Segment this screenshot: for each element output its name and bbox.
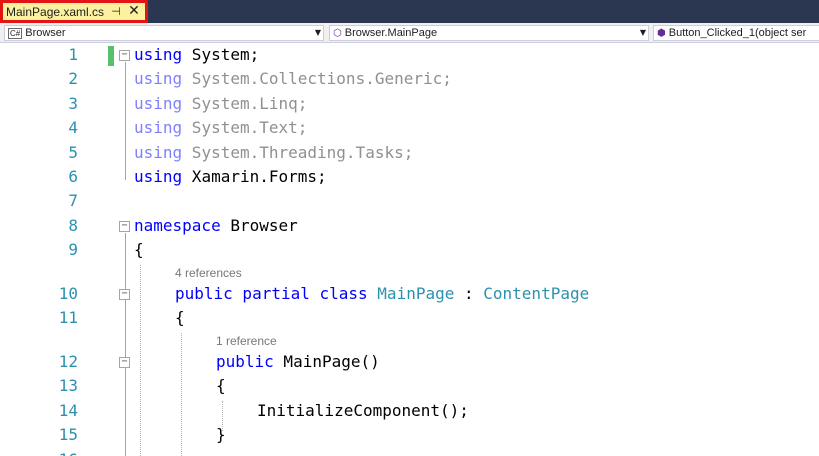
line-number: 8: [68, 215, 78, 235]
code-text: {: [134, 240, 144, 260]
code-editor[interactable]: 1 − using System; 2 using System.Collect…: [0, 43, 819, 456]
code-line: 8 − namespace Browser: [0, 214, 819, 238]
method-icon: ⬢: [657, 27, 666, 39]
collapse-icon[interactable]: −: [119, 289, 130, 300]
code-line: 10 − public partial class MainPage : Con…: [0, 282, 819, 306]
code-line: 14 InitializeComponent();: [0, 399, 819, 423]
code-line: 11 {: [0, 306, 819, 330]
keyword: using: [134, 118, 183, 138]
code-text: InitializeComponent();: [257, 400, 469, 420]
line-number: 2: [68, 69, 78, 89]
code-token: Xamarin.Forms;: [182, 167, 327, 186]
code-text: public partial class MainPage : ContentP…: [175, 282, 589, 306]
code-line: 5 using System.Threading.Tasks;: [0, 141, 819, 165]
member-dropdown-label: Button_Clicked_1(object ser: [668, 27, 807, 39]
csharp-project-icon: C#: [8, 27, 23, 39]
line-number: 4: [68, 118, 78, 138]
keyword: using: [134, 93, 183, 113]
project-dropdown-label: Browser: [25, 27, 66, 39]
line-number: 12: [58, 352, 78, 371]
line-number: 1: [68, 45, 78, 64]
chevron-down-icon: ▼: [314, 28, 321, 37]
code-line: 1 − using System;: [0, 43, 819, 67]
code-token: MainPage(): [273, 352, 380, 371]
member-dropdown[interactable]: ⬢ Button_Clicked_1(object ser: [653, 25, 819, 41]
code-line: 13 {: [0, 374, 819, 398]
code-text: {: [216, 376, 226, 396]
type-dropdown-label: Browser.MainPage: [344, 27, 438, 39]
line-number: 9: [68, 240, 78, 260]
code-token: :: [454, 284, 484, 303]
keyword: namespace: [134, 215, 221, 235]
code-text: using System.Collections.Generic;: [134, 67, 452, 91]
line-number: 3: [68, 93, 78, 113]
line-number: 15: [58, 425, 78, 445]
line-number: 11: [58, 308, 78, 328]
code-line: 9 {: [0, 238, 819, 262]
close-icon[interactable]: ✕: [127, 3, 141, 20]
class-icon: ⬡: [333, 27, 342, 39]
code-text: using System.Text;: [134, 116, 307, 140]
line-number: 10: [58, 284, 78, 303]
document-tab-bar: MainPage.xaml.cs ⊣ ✕: [0, 0, 819, 23]
keyword: using: [134, 69, 183, 89]
code-text: public MainPage(): [216, 350, 380, 374]
code-line: 4 using System.Text;: [0, 116, 819, 140]
code-text: using System.Linq;: [134, 92, 307, 116]
code-token: System;: [182, 45, 260, 64]
keyword: using: [134, 167, 183, 186]
keyword: using: [134, 142, 183, 162]
line-number: 14: [58, 400, 78, 420]
code-text: using System;: [134, 43, 259, 67]
code-token: System.Collections.Generic;: [182, 69, 452, 89]
line-number: 13: [58, 376, 78, 396]
line-number: 7: [68, 191, 78, 211]
keyword: using: [134, 45, 183, 64]
code-line: 7: [0, 189, 819, 213]
type-name: ContentPage: [483, 284, 590, 303]
collapse-icon[interactable]: −: [119, 220, 130, 232]
code-text: }: [216, 425, 226, 445]
code-text: namespace Browser: [134, 214, 298, 238]
tab-title: MainPage.xaml.cs: [6, 4, 105, 19]
code-text: using System.Threading.Tasks;: [134, 141, 413, 165]
code-line: 12 − public MainPage(): [0, 350, 819, 374]
keyword: public: [216, 352, 274, 371]
code-text: {: [175, 308, 185, 328]
code-token: System.Text;: [182, 118, 308, 138]
code-line: 15 }: [0, 423, 819, 447]
navigation-bar: C# Browser ▼ ⬡ Browser.MainPage ▼ ⬢ Butt…: [0, 23, 819, 43]
pin-icon[interactable]: ⊣: [110, 5, 122, 18]
line-number: 6: [68, 167, 78, 186]
collapse-icon[interactable]: −: [119, 357, 130, 368]
type-name: MainPage: [377, 284, 455, 303]
keyword: public partial class: [175, 284, 378, 303]
code-token: Browser: [220, 215, 298, 235]
line-number: 5: [68, 142, 78, 162]
code-token: System.Threading.Tasks;: [182, 142, 414, 162]
type-dropdown[interactable]: ⬡ Browser.MainPage ▼: [329, 25, 649, 41]
code-line: 3 using System.Linq;: [0, 92, 819, 116]
tab-mainpage-xaml-cs[interactable]: MainPage.xaml.cs ⊣ ✕: [0, 0, 148, 23]
project-dropdown[interactable]: C# Browser ▼: [4, 25, 324, 41]
collapse-icon[interactable]: −: [119, 50, 130, 61]
code-token: System.Linq;: [182, 93, 308, 113]
code-line: 2 using System.Collections.Generic;: [0, 67, 819, 91]
codelens-references[interactable]: 1 reference: [216, 334, 277, 348]
code-line: 6 using Xamarin.Forms;: [0, 165, 819, 189]
chevron-down-icon: ▼: [639, 28, 646, 37]
code-line: 16: [0, 448, 819, 456]
code-text: using Xamarin.Forms;: [134, 165, 327, 189]
codelens-references[interactable]: 4 references: [175, 266, 242, 280]
line-number: 16: [0, 448, 78, 456]
